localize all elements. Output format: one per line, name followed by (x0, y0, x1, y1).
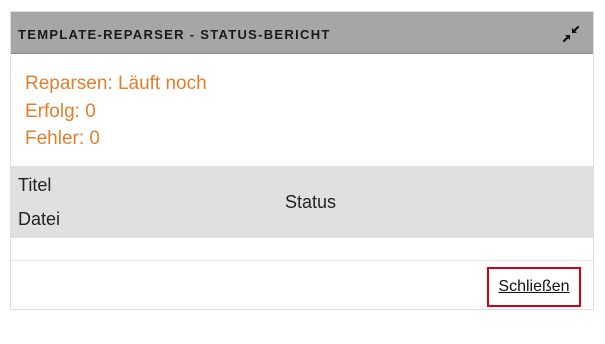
error-count: Fehler: 0 (25, 128, 100, 149)
reparse-summary: Reparsen: Läuft noch Erfolg: 0 Fehler: 0 (25, 70, 207, 153)
dialog-titlebar: TEMPLATE-REPARSER - STATUS-BERICHT (11, 12, 593, 54)
dialog-title: TEMPLATE-REPARSER - STATUS-BERICHT (18, 27, 331, 42)
status-report-dialog: TEMPLATE-REPARSER - STATUS-BERICHT Repar… (10, 11, 594, 310)
dialog-footer: Schließen (11, 260, 593, 310)
reparse-status-text: Reparsen: Läuft noch (25, 73, 207, 94)
column-header-status: Status (285, 192, 337, 212)
success-count: Erfolg: 0 (25, 100, 96, 122)
column-header-title: Titel (18, 175, 52, 195)
column-header-file: Datei (18, 209, 61, 229)
compress-arrows-icon[interactable] (561, 24, 581, 44)
results-table-header: Titel Datei Status (11, 166, 593, 238)
close-button[interactable]: Schließen (487, 267, 581, 307)
